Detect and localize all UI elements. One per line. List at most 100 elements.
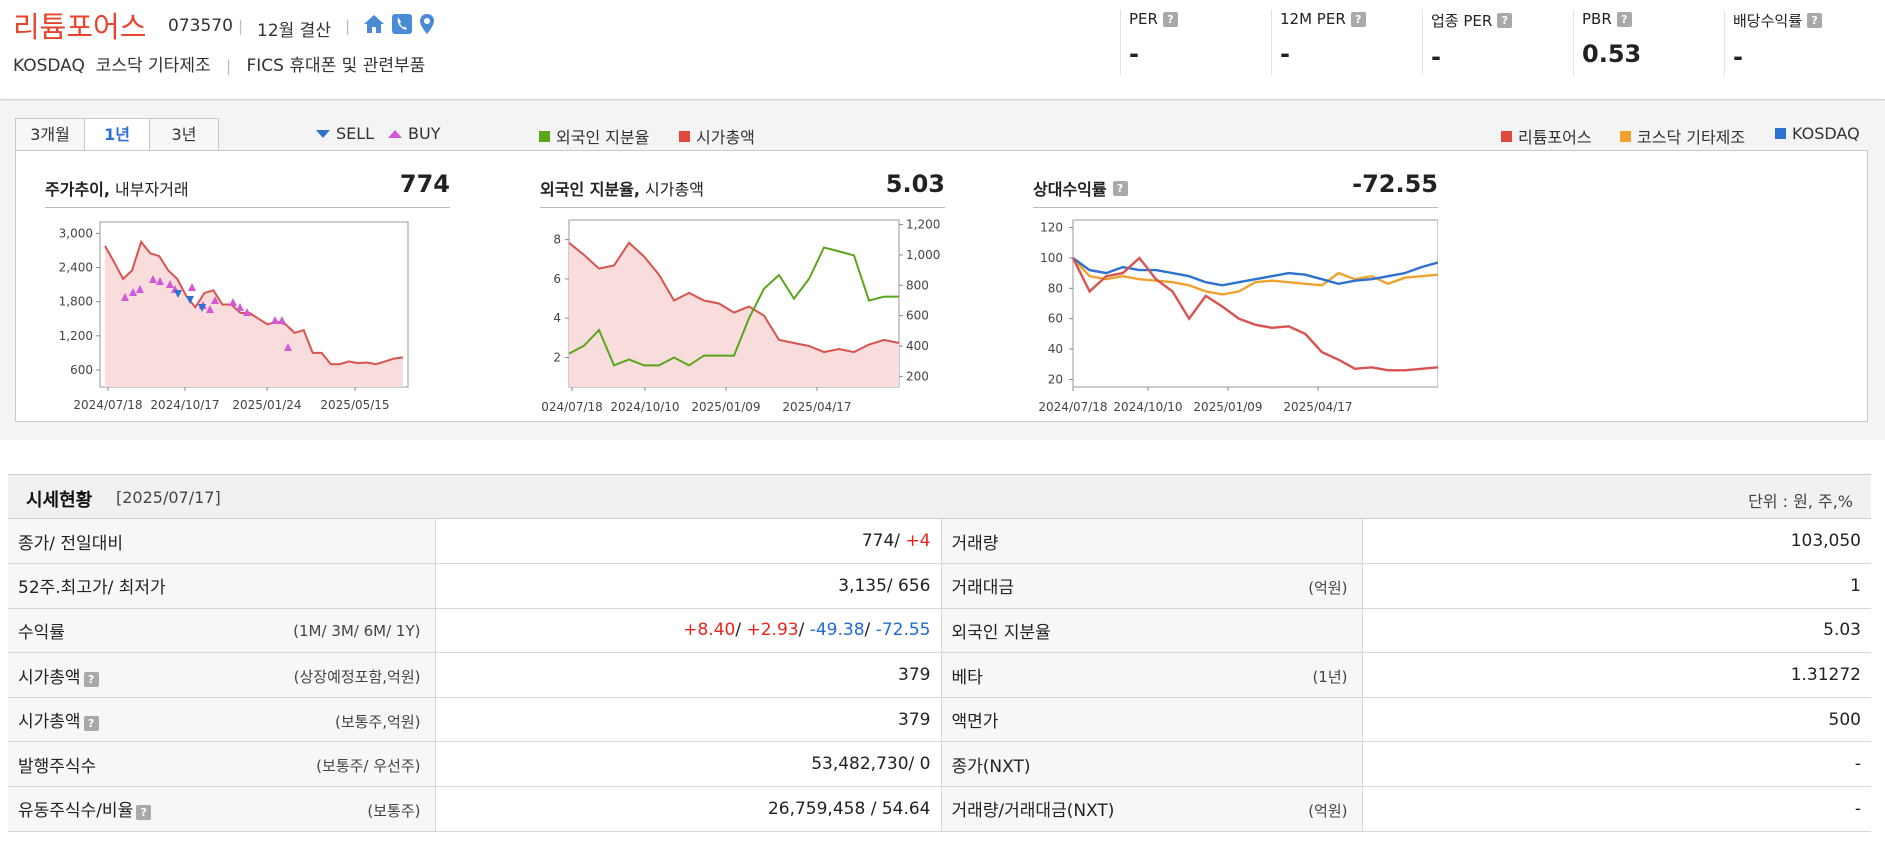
help-icon[interactable]: ? [136,805,152,821]
tab-1-year[interactable]: 1년 [84,118,150,152]
x-tick-label: 2024/07/18 [73,398,142,412]
metric-sector-per: 업종 PER? - [1422,10,1572,75]
label-note: (보통주/ 우선주) [316,757,421,776]
label-text: 시가총액 [18,667,81,688]
price-status-table: 종가/ 전일대비 774/ +4 거래량 103,050 52주.최고가/ 최저가 3,1… [8,519,1871,832]
chart-title: 주가추이, 내부자거래 [45,180,189,199]
y-tick-label: 20 [1048,372,1063,386]
label-note: (보통주) [367,802,421,821]
metric-label: PER [1129,10,1158,28]
y-tick-label: 80 [1048,281,1063,295]
row-value: +8.40/ +2.93/ -49.38/ -72.55 [434,608,942,654]
label-text: 시가총액 [18,712,81,733]
row-label: 거래량 [941,519,1362,565]
help-icon[interactable]: ? [1807,13,1823,28]
row-label: 거래대금 (억원) [941,563,1362,609]
x-tick-label: 2025/04/17 [782,400,851,414]
legend-buy: BUY [388,124,440,143]
label-note: (1년) [1312,668,1348,687]
row-label: 거래량/거래대금(NXT) (억원) [941,786,1362,832]
legend-swatch [1620,130,1631,142]
divider [45,207,450,208]
row-value: 500 [1361,697,1871,743]
row-label: 외국인 지분율 [941,608,1362,654]
label-text: 52주.최고가/ 최저가 [18,578,166,599]
legend-swatch [1775,128,1786,139]
label-note: (억원) [1308,802,1348,821]
chart-title: 외국인 지분율, 시가총액 [540,180,704,199]
market-name: KOSDAQ [13,56,85,76]
settlement-month: 12월 결산 [257,21,331,41]
row-label: 종가/ 전일대비 [8,519,435,565]
map-pin-icon[interactable] [419,13,435,35]
tab-3-years[interactable]: 3년 [149,118,219,151]
x-tick-label: 2024/07/18 [1038,400,1107,414]
label-text: 거래량/거래대금(NXT) [951,801,1115,822]
sell-marker-icon [316,129,330,138]
phone-icon[interactable] [391,13,413,35]
row-value: - [1361,741,1871,788]
table-row: 유동주식수/비율? (보통주) 26,759,458 / 54.64 거래량/거래대금… [8,786,1871,832]
legend-foreign-ratio: 외국인 지분율 [539,124,649,148]
x-tick-label: 2025/04/17 [1283,400,1352,414]
help-icon[interactable]: ? [1162,11,1178,27]
help-icon[interactable]: ? [83,671,99,687]
stock-code: 073570 [168,16,233,36]
metric-12m-per: 12M PER? - [1271,10,1421,75]
legend-label: KOSDAQ [1792,124,1860,143]
help-icon[interactable]: ? [83,716,99,732]
metric-label: 12M PER [1280,10,1346,28]
help-icon[interactable]: ? [1616,11,1632,27]
section-date: [2025/07/17] [116,488,221,507]
label-note: (상장예정포함,억원) [293,668,421,687]
return-value: +2.93 [746,620,799,641]
row-label: 52주.최고가/ 최저가 [8,563,435,609]
section-title: 시세현황 [26,490,93,511]
legend-label: 외국인 지분율 [556,128,650,147]
table-row: 52주.최고가/ 최저가 3,135/ 656 거래대금 (억원) 1 [8,563,1871,609]
row-label: 종가(NXT) [941,741,1362,788]
table-row: 시가총액? (상장예정포함,억원) 379 베타 (1년) 1.31272 [8,652,1871,698]
legend-label: BUY [408,124,441,143]
table-row: 시가총액? (보통주,억원) 379 액면가 500 [8,697,1871,743]
help-icon[interactable]: ? [1497,13,1513,28]
unit-label: 단위 : 원, 주,% [1748,492,1853,511]
metric-value: 0.53 [1582,40,1642,68]
y-tick-label: 3,000 [59,226,93,240]
tab-3-months[interactable]: 3개월 [15,118,85,151]
return-value: -49.38 [809,620,865,641]
y-tick-label-right: 800 [906,278,929,292]
home-icon[interactable] [363,14,385,34]
label-text: 발행주식수 [18,756,97,777]
divider: | [345,17,351,35]
legend-label: SELL [336,124,375,143]
row-value: 379 [434,652,942,698]
row-label: 베타 (1년) [941,652,1362,698]
x-tick-label: 024/07/18 [541,400,603,414]
x-tick-label: 2024/10/17 [150,398,219,412]
chart-value: -72.55 [1352,170,1438,198]
divider: | [226,57,232,75]
y-tick-label-left: 6 [553,272,561,286]
divider: | [238,17,244,35]
value-text: 26,759,458 / 54.64 [767,798,931,819]
metric-per: PER? - [1120,10,1270,75]
legend-sell: SELL [316,124,374,143]
row-label: 유동주식수/비율? (보통주) [8,786,435,832]
y-tick-label: 120 [1040,221,1063,235]
x-tick-label: 2024/10/10 [610,400,679,414]
row-label: 액면가 [941,697,1362,743]
table-row: 발행주식수 (보통주/ 우선주) 53,482,730/ 0 종가(NXT) - [8,741,1871,788]
y-tick-label: 1,800 [59,295,93,309]
help-icon[interactable]: ? [1350,11,1366,27]
foreign-ratio-chart: 8 6 4 2 1,200 1,000 800 600 400 200 024/07/18 2024/… [541,218,940,414]
company-name: 리튬포어스 [13,10,147,44]
row-value: 3,135/ 656 [434,563,942,609]
label-text: 종가(NXT) [951,756,1031,777]
chart-title: 상대수익률? [1033,176,1128,200]
row-value: 103,050 [1361,519,1871,565]
y-tick-label: 1,200 [59,329,93,343]
help-icon[interactable]: ? [1112,180,1128,196]
x-tick-label: 2024/10/10 [1113,400,1182,414]
plot-frame [1072,219,1438,388]
